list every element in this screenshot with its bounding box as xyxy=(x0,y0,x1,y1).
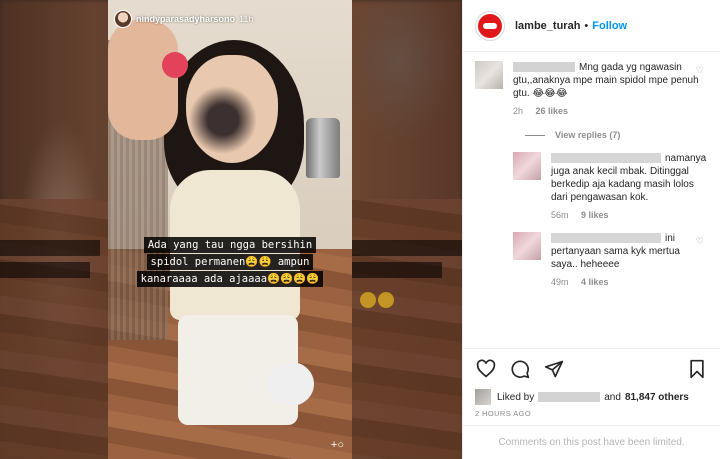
blurred-caption-right-2 xyxy=(352,262,442,278)
bookmark-icon[interactable] xyxy=(686,358,708,380)
reply: namanya juga anak kecil mbak. Ditinggal … xyxy=(513,152,708,220)
blurred-caption-left xyxy=(0,240,100,256)
reply-heart-icon[interactable]: ♡ xyxy=(696,236,704,247)
likes-count[interactable]: 81,847 others xyxy=(625,392,689,403)
comments-list[interactable]: Mng gada yg ngawasin gtu,,anaknya mpe ma… xyxy=(463,53,720,348)
caption-line-2: spidol permanen😩😩 ampun xyxy=(146,254,314,270)
liked-by-row: Liked by and 81,847 others xyxy=(475,389,708,405)
reply-likes[interactable]: 4 likes xyxy=(581,277,609,287)
view-replies-label: View replies (7) xyxy=(555,130,621,140)
comment: Mng gada yg ngawasin gtu,,anaknya mpe ma… xyxy=(475,61,708,116)
commenter-avatar[interactable] xyxy=(475,61,503,89)
comment-time[interactable]: 2h xyxy=(513,106,523,116)
view-replies-button[interactable]: View replies (7) xyxy=(525,130,708,140)
lips-logo-icon xyxy=(478,13,502,38)
comments-limited-notice: Comments on this post have been limited. xyxy=(463,425,720,459)
comment-meta: 2h 26 likes xyxy=(513,106,708,116)
reply-text-block: ini pertanyaan sama kyk mertua saya.. he… xyxy=(551,232,708,271)
reply-heart-icon[interactable]: ♡ xyxy=(696,156,704,167)
story-trash-bin xyxy=(306,118,340,178)
replier-name-redacted[interactable] xyxy=(551,153,661,164)
liked-and: and xyxy=(604,391,621,403)
heart-icon[interactable] xyxy=(475,358,497,380)
post-media[interactable]: nindyparasadyharsono 11h Ada yang tau ng… xyxy=(0,0,462,459)
comment-heart-icon[interactable]: ♡ xyxy=(696,65,704,76)
reply-meta: 49m 4 likes xyxy=(551,277,708,287)
child-face xyxy=(186,55,278,163)
story-username: nindyparasadyharsono xyxy=(136,14,236,24)
replier-name-redacted[interactable] xyxy=(551,233,661,244)
reply: ini pertanyaan sama kyk mertua saya.. he… xyxy=(513,232,708,287)
blurred-emoji xyxy=(378,292,394,308)
sponge xyxy=(162,52,188,78)
liker-name-redacted[interactable] xyxy=(538,392,601,402)
post-header: lambe_turah • Follow xyxy=(463,0,720,52)
share-icon[interactable] xyxy=(543,358,565,380)
comment-icon[interactable] xyxy=(509,358,531,380)
liked-by-label: Liked by xyxy=(497,391,535,403)
story-caption: Ada yang tau ngga bersihin spidol perman… xyxy=(108,236,352,287)
replier-avatar[interactable] xyxy=(513,232,541,260)
caption-line-1: Ada yang tau ngga bersihin xyxy=(143,237,317,253)
blurred-caption-left-2 xyxy=(0,262,90,278)
story-image: nindyparasadyharsono 11h Ada yang tau ng… xyxy=(108,0,352,459)
account-username[interactable]: lambe_turah xyxy=(515,20,580,32)
action-icons xyxy=(475,357,708,381)
story-time: 11h xyxy=(239,14,254,24)
adult-arm xyxy=(108,20,178,140)
blurred-caption-right xyxy=(352,240,462,256)
header-separator: • xyxy=(584,19,589,32)
comment-text-block: Mng gada yg ngawasin gtu,,anaknya mpe ma… xyxy=(513,61,708,100)
commenter-name-redacted[interactable] xyxy=(513,62,575,73)
blurred-emoji xyxy=(360,292,376,308)
person-add-icon: +○ xyxy=(330,439,344,451)
liker-avatar[interactable] xyxy=(475,389,491,405)
reply-likes[interactable]: 9 likes xyxy=(581,210,609,220)
reply-text-block: namanya juga anak kecil mbak. Ditinggal … xyxy=(551,152,708,204)
action-bar: Liked by and 81,847 others 2 HOURS AGO xyxy=(463,348,720,418)
account-avatar[interactable] xyxy=(475,10,505,41)
story-header: nindyparasadyharsono 11h xyxy=(114,6,253,32)
reply-time[interactable]: 49m xyxy=(551,277,569,287)
comment-likes[interactable]: 26 likes xyxy=(536,106,569,116)
reply-meta: 56m 9 likes xyxy=(551,210,708,220)
slipper xyxy=(268,362,314,406)
story-avatar xyxy=(114,10,132,28)
view-replies-line xyxy=(525,134,545,136)
post-timestamp[interactable]: 2 HOURS AGO xyxy=(475,409,708,418)
post-sidebar: lambe_turah • Follow Mng gada yg ngawasi… xyxy=(462,0,720,459)
reply-time[interactable]: 56m xyxy=(551,210,569,220)
follow-button[interactable]: Follow xyxy=(592,20,627,32)
replier-avatar[interactable] xyxy=(513,152,541,180)
caption-line-3: kanaraaaa ada ajaaaa😩😩😩😩 xyxy=(136,271,324,287)
